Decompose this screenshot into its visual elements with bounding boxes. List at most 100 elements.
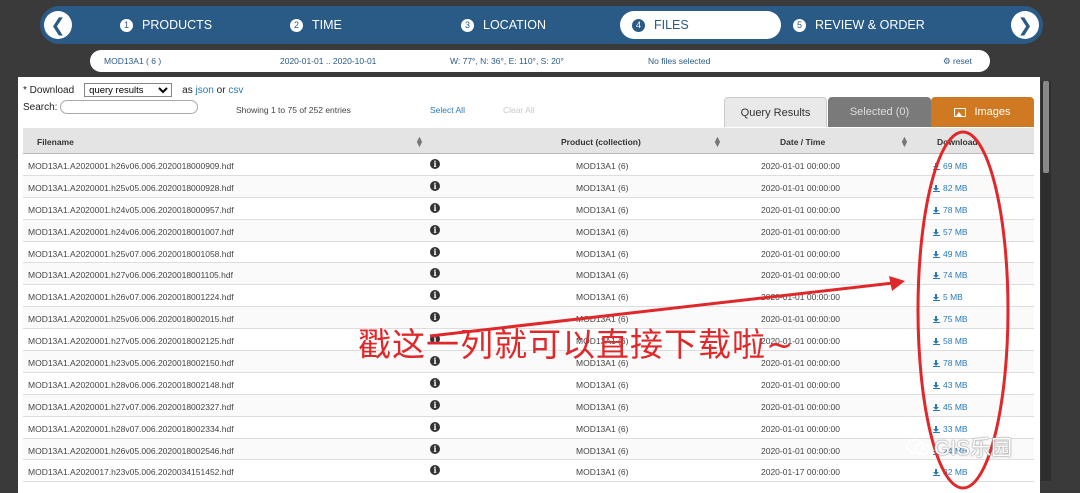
download-link[interactable]: 69 MB [933,161,968,171]
table-row[interactable]: MOD13A1.A2020001.h26v06.006.202001800090… [23,154,1034,176]
tab-selected[interactable]: Selected (0) [828,97,931,127]
table-row[interactable]: MOD13A1.A2020001.h28v07.006.202001800233… [23,417,1034,439]
files-panel: * Download query results as json or csv … [18,77,1040,493]
back-arrow-icon[interactable]: ❮ [44,11,72,39]
download-link[interactable]: 57 MB [933,227,968,237]
sort-icon[interactable]: ▲ ▼ [415,135,424,149]
file-size: 74 MB [943,270,968,281]
summary-time-range[interactable]: 2020-01-01 .. 2020-10-01 [280,56,376,66]
summary-product[interactable]: MOD13A1 ( 6 ) [104,56,161,66]
product-cell: MOD13A1 (6) [576,182,629,193]
tab-images[interactable]: Images [931,97,1034,127]
sort-icon[interactable]: ▲ ▼ [900,135,909,149]
download-link[interactable]: 82 MB [933,183,968,193]
step-review-order[interactable]: 5 REVIEW & ORDER [793,11,925,39]
table-row[interactable]: MOD13A1.A2020001.h27v06.006.202001800110… [23,263,1034,286]
reset-link[interactable]: ⚙ reset [943,56,972,67]
date-cell: 2020-01-17 00:00:00 [761,467,840,478]
select-all-button[interactable]: Select All [430,105,465,115]
product-cell: MOD13A1 (6) [576,445,629,456]
filename-cell: MOD13A1.A2020001.h25v05.006.202001800092… [28,182,234,193]
info-icon[interactable]: i [430,399,440,410]
info-icon[interactable]: i [430,268,440,279]
table-row[interactable]: MOD13A1.A2020001.h27v07.006.202001800232… [23,394,1034,417]
file-size: 82 MB [943,182,968,193]
step-files[interactable]: 4 FILES [620,11,781,39]
step-label: FILES [654,18,689,32]
search-input[interactable] [60,100,199,114]
info-icon[interactable]: i [430,224,440,235]
info-icon[interactable]: i [430,443,440,454]
col-product[interactable]: Product (collection) [561,137,641,147]
table-row[interactable]: MOD13A1.A2020001.h26v07.006.202001800122… [23,285,1034,308]
files-table: Filename ▲ ▼ Product (collection) ▲ ▼ Date… [23,128,1034,483]
entries-info: Showing 1 to 75 of 252 entries [236,105,351,115]
table-header: Filename ▲ ▼ Product (collection) ▲ ▼ Date… [23,128,1034,154]
product-cell: MOD13A1 (6) [576,161,629,171]
info-icon[interactable]: i [430,421,440,432]
reset-label: reset [953,56,972,66]
date-cell: 2020-01-01 00:00:00 [761,445,840,456]
table-row[interactable]: MOD13A1.A2020001.h25v07.006.202001800105… [23,242,1034,264]
scrollbar-thumb[interactable] [1043,81,1049,173]
sort-icon[interactable]: ▲ ▼ [713,135,722,149]
watermark: GIS乐园 [906,432,1012,462]
file-size: 5 MB [943,292,963,303]
tab-query-results[interactable]: Query Results [724,97,827,127]
info-icon[interactable]: i [430,465,440,476]
step-time[interactable]: 2 TIME [290,11,342,39]
download-link[interactable]: 49 MB [933,249,968,259]
tab-images-label: Images [974,106,1011,118]
download-scope-select[interactable]: query results [84,83,173,97]
col-date-time[interactable]: Date / Time [780,137,825,147]
download-link[interactable]: 75 MB [933,314,968,324]
info-icon[interactable]: i [430,202,440,213]
info-icon[interactable]: i [430,246,440,257]
filename-cell: MOD13A1.A2020001.h28v06.006.202001800214… [28,379,234,390]
download-format-row: * Download query results as json or csv [23,83,243,97]
page-scrollbar[interactable] [1041,81,1051,481]
step-location[interactable]: 3 LOCATION [461,11,546,39]
table-row[interactable]: MOD13A1.A2020001.h24v05.006.202001800095… [23,198,1034,220]
date-cell: 2020-01-01 00:00:00 [761,182,840,193]
table-row[interactable]: MOD13A1.A2020001.h26v05.006.202001800254… [23,438,1034,461]
summary-bbox[interactable]: W: 77°, N: 36°, E: 110°, S: 20° [450,56,564,66]
gears-icon: ⚙ [943,56,951,66]
search-label: Search: [23,101,58,113]
table-row[interactable]: MOD13A1.A2020001.h24v06.006.202001800100… [23,219,1034,242]
info-icon[interactable]: i [430,180,440,191]
download-link[interactable]: 82 MB [933,467,968,477]
wizard-step-bar: ❮ 1 PRODUCTS 2 TIME 3 LOCATION 4 FILES 5… [40,6,1043,44]
filename-cell: MOD13A1.A2020001.h24v05.006.202001800095… [28,204,234,215]
json-link[interactable]: json [196,85,214,96]
date-cell: 2020-01-01 00:00:00 [761,401,840,412]
table-row[interactable]: MOD13A1.A2020017.h23v05.006.202003415145… [23,460,1034,483]
download-link[interactable]: 78 MB [933,205,968,215]
product-cell: MOD13A1 (6) [576,379,629,390]
download-link[interactable]: 43 MB [933,380,968,390]
info-icon[interactable]: i [430,159,440,169]
download-link[interactable]: 45 MB [933,402,968,412]
clear-all-button[interactable]: Clear All [503,105,535,115]
date-cell: 2020-01-01 00:00:00 [761,226,840,237]
product-cell: MOD13A1 (6) [576,270,629,281]
col-filename[interactable]: Filename [37,137,74,147]
download-link[interactable]: 58 MB [933,336,968,346]
filename-cell: MOD13A1.A2020001.h27v05.006.202001800212… [28,336,234,347]
download-link[interactable]: 74 MB [933,270,968,280]
step-products[interactable]: 1 PRODUCTS [120,11,212,39]
info-icon[interactable]: i [430,290,440,301]
filename-cell: MOD13A1.A2020001.h27v06.006.202001800110… [28,270,233,281]
download-icon [933,381,940,389]
download-link[interactable]: 5 MB [933,292,963,302]
table-row[interactable]: MOD13A1.A2020001.h25v05.006.202001800092… [23,175,1034,198]
filename-cell: MOD13A1.A2020001.h26v06.006.202001800090… [28,161,234,171]
download-link[interactable]: 78 MB [933,358,968,368]
file-size: 69 MB [943,161,968,171]
next-arrow-icon[interactable]: ❯ [1011,11,1039,39]
csv-link[interactable]: csv [228,85,243,96]
summary-selection: No files selected [648,56,711,66]
table-row[interactable]: MOD13A1.A2020001.h28v06.006.202001800214… [23,373,1034,395]
file-size: 78 MB [943,204,968,215]
info-icon[interactable]: i [430,377,440,388]
